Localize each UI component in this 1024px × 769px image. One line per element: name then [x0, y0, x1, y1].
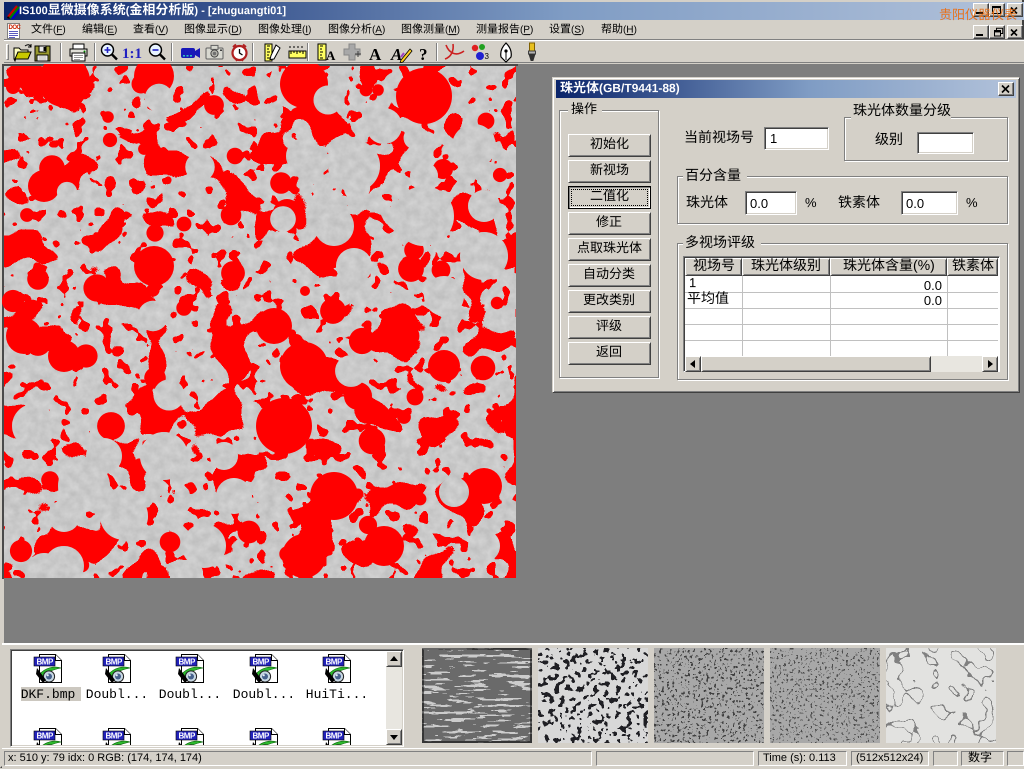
svg-text:3: 3: [485, 52, 490, 61]
svg-text:BMP: BMP: [179, 658, 196, 667]
svg-text:1:1: 1:1: [122, 46, 142, 62]
svg-text:A: A: [369, 45, 382, 63]
svg-text:BMP: BMP: [326, 732, 343, 741]
svg-text:A: A: [326, 48, 336, 63]
svg-text:BMP: BMP: [106, 658, 123, 667]
svg-text:BMP: BMP: [326, 658, 343, 667]
svg-text:BMP: BMP: [106, 732, 123, 741]
svg-text:DOC: DOC: [9, 25, 22, 31]
svg-text:BMP: BMP: [253, 732, 270, 741]
svg-text:BMP: BMP: [37, 732, 54, 741]
svg-text:BMP: BMP: [179, 732, 196, 741]
svg-text:?: ?: [419, 45, 428, 63]
svg-text:BMP: BMP: [37, 658, 54, 667]
svg-text:BMP: BMP: [253, 658, 270, 667]
